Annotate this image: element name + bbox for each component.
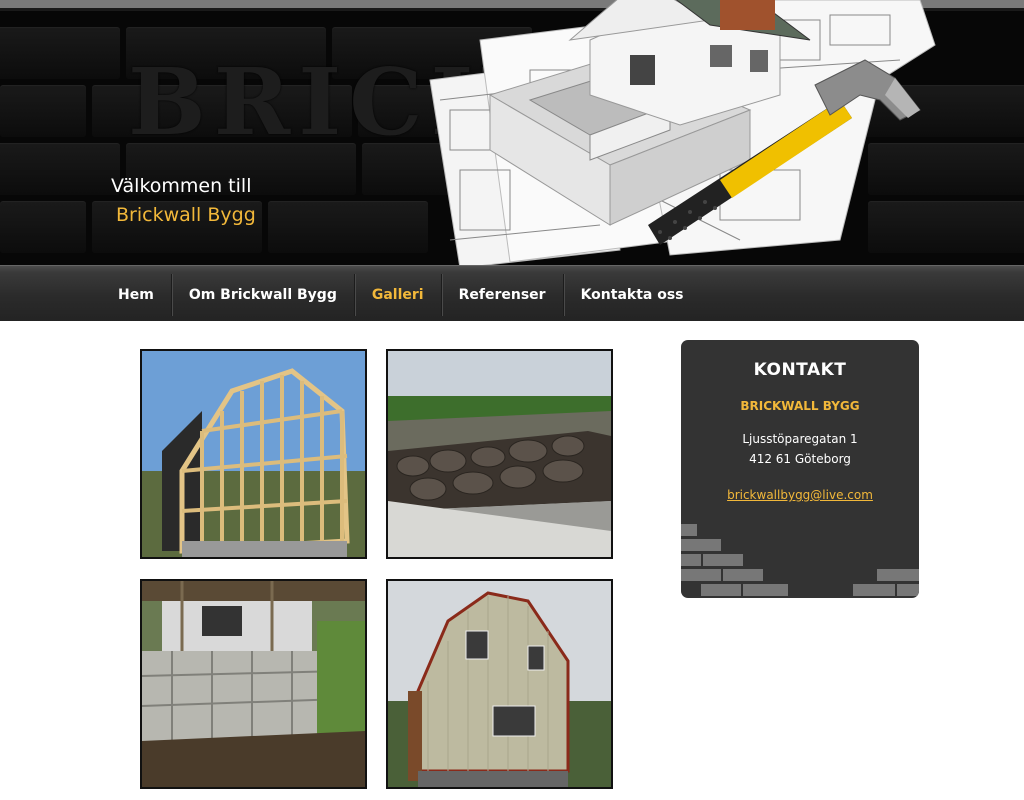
- retaining-wall-photo: [142, 581, 365, 787]
- contact-street-address: Ljusstöparegatan 1: [742, 432, 858, 446]
- gallery-image-house-frame[interactable]: [140, 349, 367, 559]
- gallery-image-barn-house[interactable]: [386, 579, 613, 789]
- house-blueprint-hammer-illustration: [429, 0, 936, 265]
- welcome-text: Välkommen till: [111, 175, 252, 197]
- nav-item-hem[interactable]: Hem: [101, 274, 172, 316]
- site-header: BRICK Välkommen till Brickwall Bygg: [0, 0, 1024, 265]
- company-name-heading: Brickwall Bygg: [116, 204, 256, 226]
- gallery-image-retaining-wall[interactable]: [140, 579, 367, 789]
- main-navigation: Hem Om Brickwall Bygg Galleri Referenser…: [0, 265, 1024, 321]
- gallery-image-stone-wall[interactable]: [386, 349, 613, 559]
- nav-item-galleri[interactable]: Galleri: [355, 274, 442, 316]
- stone-wall-photo: [388, 351, 611, 557]
- wooden-house-photo: [388, 581, 611, 787]
- contact-company-name: BRICKWALL BYGG: [740, 399, 860, 413]
- contact-title: KONTAKT: [753, 360, 847, 380]
- nav-item-kontakta-oss[interactable]: Kontakta oss: [564, 274, 701, 316]
- nav-item-om-brickwall-bygg[interactable]: Om Brickwall Bygg: [172, 274, 355, 316]
- contact-panel: KONTAKT BRICKWALL BYGG Ljusstöparegatan …: [681, 340, 919, 598]
- timber-frame-house-photo: [142, 351, 365, 557]
- contact-email-link[interactable]: brickwallbygg@live.com: [727, 488, 873, 502]
- contact-postal-city: 412 61 Göteborg: [749, 452, 851, 466]
- contact-email-row: brickwallbygg@live.com: [681, 484, 919, 503]
- nav-item-referenser[interactable]: Referenser: [442, 274, 564, 316]
- nav-items: Hem Om Brickwall Bygg Galleri Referenser…: [101, 274, 701, 316]
